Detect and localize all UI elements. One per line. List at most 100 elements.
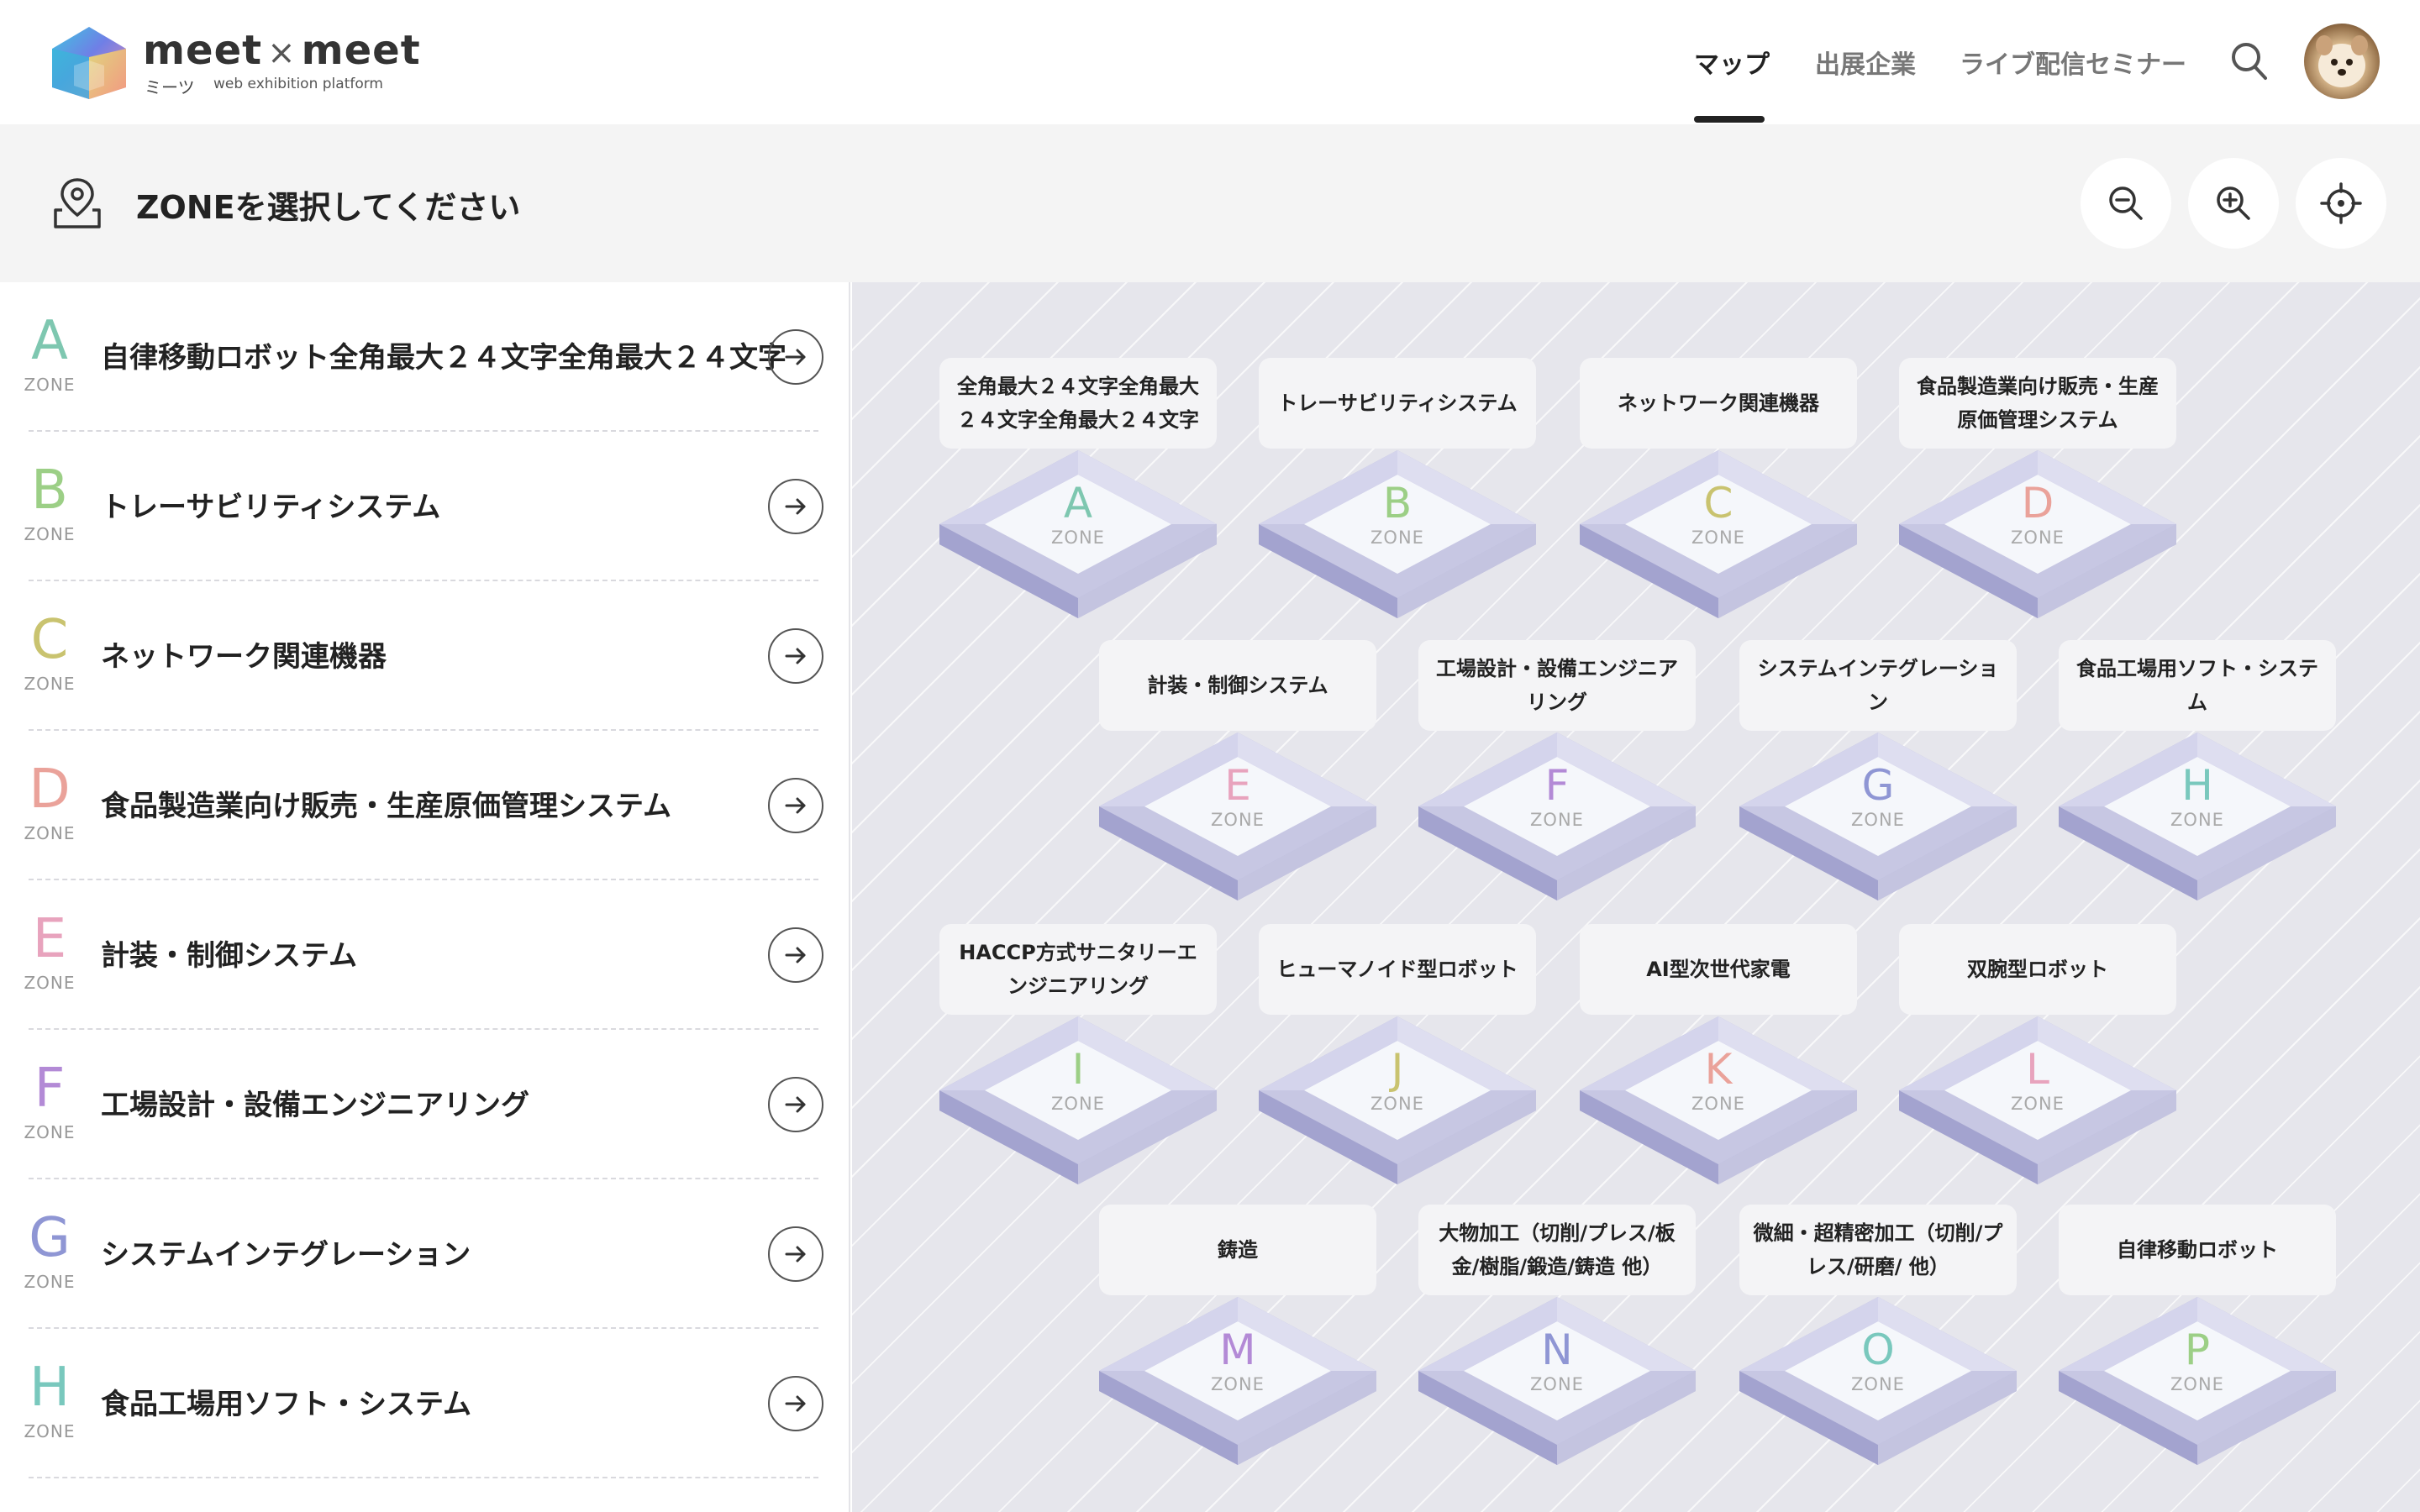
zoom-out-button[interactable] [2081, 158, 2171, 249]
zone-list-item-h[interactable]: H ZONE 食品工場用ソフト・システム [0, 1329, 849, 1478]
zone-list-item-g[interactable]: G ZONE システムインテグレーション [0, 1179, 849, 1329]
arrow-right-icon [785, 498, 806, 515]
map-zone-label: 自律移動ロボット [2059, 1205, 2336, 1295]
page-title: ZONEを選択してください [136, 189, 521, 226]
search-button[interactable] [2228, 39, 2270, 84]
map-zone-o[interactable]: 微細・超精密加工（切削/プレス/研磨/ 他） O ZONE [1739, 1205, 2017, 1465]
map-zone-g[interactable]: システムインテグレーション G ZONE [1739, 640, 2017, 900]
map-zone-caption: ZONE [1370, 528, 1424, 548]
arrow-right-icon [785, 648, 806, 664]
map-zone-caption: ZONE [1211, 810, 1265, 830]
arrow-right-icon [785, 1246, 806, 1263]
brand-sub-en: web exhibition platform [213, 76, 383, 92]
zone-caption: ZONE [24, 973, 76, 993]
map-zone-letter: P [2184, 1326, 2211, 1374]
map-zone-d[interactable]: 食品製造業向け販売・生産原価管理システム D ZONE [1899, 358, 2176, 618]
zone-letter: E [32, 908, 67, 970]
arrow-right-icon [785, 1096, 806, 1113]
zone-name: 計装・制御システム [101, 939, 357, 973]
map-zone-c[interactable]: ネットワーク関連機器 C ZONE [1580, 358, 1857, 618]
zone-select-bar: ZONEを選択してください [0, 124, 2420, 282]
zone-open-button[interactable] [768, 329, 823, 385]
logo[interactable]: meet × meet ミーツ web exhibition platform [49, 24, 420, 101]
zone-letter: H [29, 1357, 71, 1419]
zone-list-item-a[interactable]: A ZONE 自律移動ロボット全角最大２４文字全角最大２４文字 [0, 282, 849, 432]
zone-name: 食品工場用ソフト・システム [101, 1388, 471, 1421]
map-zone-caption: ZONE [1051, 528, 1105, 548]
map-zone-i[interactable]: HACCP方式サニタリーエンジニアリング I ZONE [939, 924, 1217, 1184]
map-zone-caption: ZONE [1691, 1094, 1745, 1114]
map-zone-letter: J [1391, 1045, 1404, 1094]
zone-caption: ZONE [24, 823, 76, 843]
map-zone-h[interactable]: 食品工場用ソフト・システム H ZONE [2059, 640, 2336, 900]
brand-sub-jp: ミーツ [145, 77, 195, 97]
zone-letter: C [30, 609, 69, 671]
zone-letter: B [31, 459, 68, 522]
map-zone-label: 大物加工（切削/プレス/板金/樹脂/鍛造/鋳造 他） [1418, 1205, 1696, 1295]
zone-list-item-f[interactable]: F ZONE 工場設計・設備エンジニアリング [0, 1030, 849, 1179]
zone-list-item-d[interactable]: D ZONE 食品製造業向け販売・生産原価管理システム [0, 731, 849, 880]
map-zone-label: 微細・超精密加工（切削/プレス/研磨/ 他） [1739, 1205, 2017, 1295]
zone-open-button[interactable] [768, 778, 823, 833]
zone-caption: ZONE [24, 1421, 76, 1441]
zone-map[interactable]: 全角最大２４文字全角最大２４文字全角最大２４文字 A ZONE トレーサビリティシステ… [852, 282, 2420, 1512]
arrow-right-icon [785, 947, 806, 963]
map-zone-p[interactable]: 自律移動ロボット P ZONE [2059, 1205, 2336, 1465]
zone-open-button[interactable] [768, 1226, 823, 1282]
zone-list-item-b[interactable]: B ZONE トレーサビリティシステム [0, 432, 849, 581]
crosshair-icon [2320, 182, 2362, 224]
avatar-dog-image [2316, 35, 2368, 87]
zone-open-button[interactable] [768, 927, 823, 983]
zone-open-button[interactable] [768, 479, 823, 534]
map-zone-caption: ZONE [1370, 1094, 1424, 1114]
zone-name: トレーサビリティシステム [101, 491, 441, 524]
nav-map[interactable]: マップ [1694, 44, 1770, 81]
zone-name: 自律移動ロボット全角最大２４文字全角最大２４文字 [101, 341, 786, 375]
map-zone-m[interactable]: 鋳造 M ZONE [1099, 1205, 1376, 1465]
map-zone-label: 計装・制御システム [1099, 640, 1376, 731]
recenter-button[interactable] [2296, 158, 2386, 249]
map-zone-letter: B [1382, 479, 1413, 528]
map-zone-caption: ZONE [1530, 810, 1584, 830]
map-zone-caption: ZONE [1530, 1374, 1584, 1394]
map-zone-label: 工場設計・設備エンジニアリング [1418, 640, 1696, 731]
map-zone-j[interactable]: ヒューマノイド型ロボット J ZONE [1259, 924, 1536, 1184]
map-zone-n[interactable]: 大物加工（切削/プレス/板金/樹脂/鍛造/鋳造 他） N ZONE [1418, 1205, 1696, 1465]
arrow-right-icon [785, 1395, 806, 1412]
map-zone-label: AI型次世代家電 [1580, 924, 1857, 1015]
map-zone-e[interactable]: 計装・制御システム E ZONE [1099, 640, 1376, 900]
zone-letter: D [29, 759, 71, 821]
zone-open-button[interactable] [768, 1376, 823, 1431]
avatar[interactable] [2304, 24, 2380, 99]
map-zone-a[interactable]: 全角最大２４文字全角最大２４文字全角最大２４文字 A ZONE [939, 358, 1217, 618]
nav-live-seminar[interactable]: ライブ配信セミナー [1960, 44, 2186, 81]
zoom-in-button[interactable] [2188, 158, 2279, 249]
zoom-out-icon [2109, 186, 2143, 220]
map-zone-label: トレーサビリティシステム [1259, 358, 1536, 449]
map-zone-caption: ZONE [2011, 528, 2065, 548]
zone-list-item-c[interactable]: C ZONE ネットワーク関連機器 [0, 581, 849, 731]
map-zone-label: システムインテグレーション [1739, 640, 2017, 731]
map-zone-b[interactable]: トレーサビリティシステム B ZONE [1259, 358, 1536, 618]
map-zone-caption: ZONE [1851, 810, 1905, 830]
nav-exhibitors[interactable]: 出展企業 [1815, 44, 1916, 81]
map-zone-f[interactable]: 工場設計・設備エンジニアリング F ZONE [1418, 640, 1696, 900]
zone-open-button[interactable] [768, 1077, 823, 1132]
map-zone-l[interactable]: 双腕型ロボット L ZONE [1899, 924, 2176, 1184]
map-zone-letter: I [1071, 1045, 1085, 1094]
zone-open-button[interactable] [768, 628, 823, 684]
zone-letter: A [31, 310, 68, 372]
map-zone-letter: L [2026, 1045, 2049, 1094]
zone-list: A ZONE 自律移動ロボット全角最大２４文字全角最大２４文字 B ZONE トレーサビリ… [0, 282, 850, 1512]
map-zone-caption: ZONE [2011, 1094, 2065, 1114]
nav-active-indicator [1694, 116, 1765, 123]
arrow-right-icon [785, 349, 806, 365]
map-zone-letter: N [1541, 1326, 1573, 1374]
map-zone-letter: D [2021, 479, 2054, 528]
map-zone-letter: E [1224, 761, 1251, 810]
map-zone-letter: C [1703, 479, 1733, 528]
zone-caption: ZONE [24, 524, 76, 544]
map-zone-k[interactable]: AI型次世代家電 K ZONE [1580, 924, 1857, 1184]
zone-list-item-e[interactable]: E ZONE 計装・制御システム [0, 880, 849, 1030]
header: meet × meet ミーツ web exhibition platform マッ… [0, 0, 2420, 124]
